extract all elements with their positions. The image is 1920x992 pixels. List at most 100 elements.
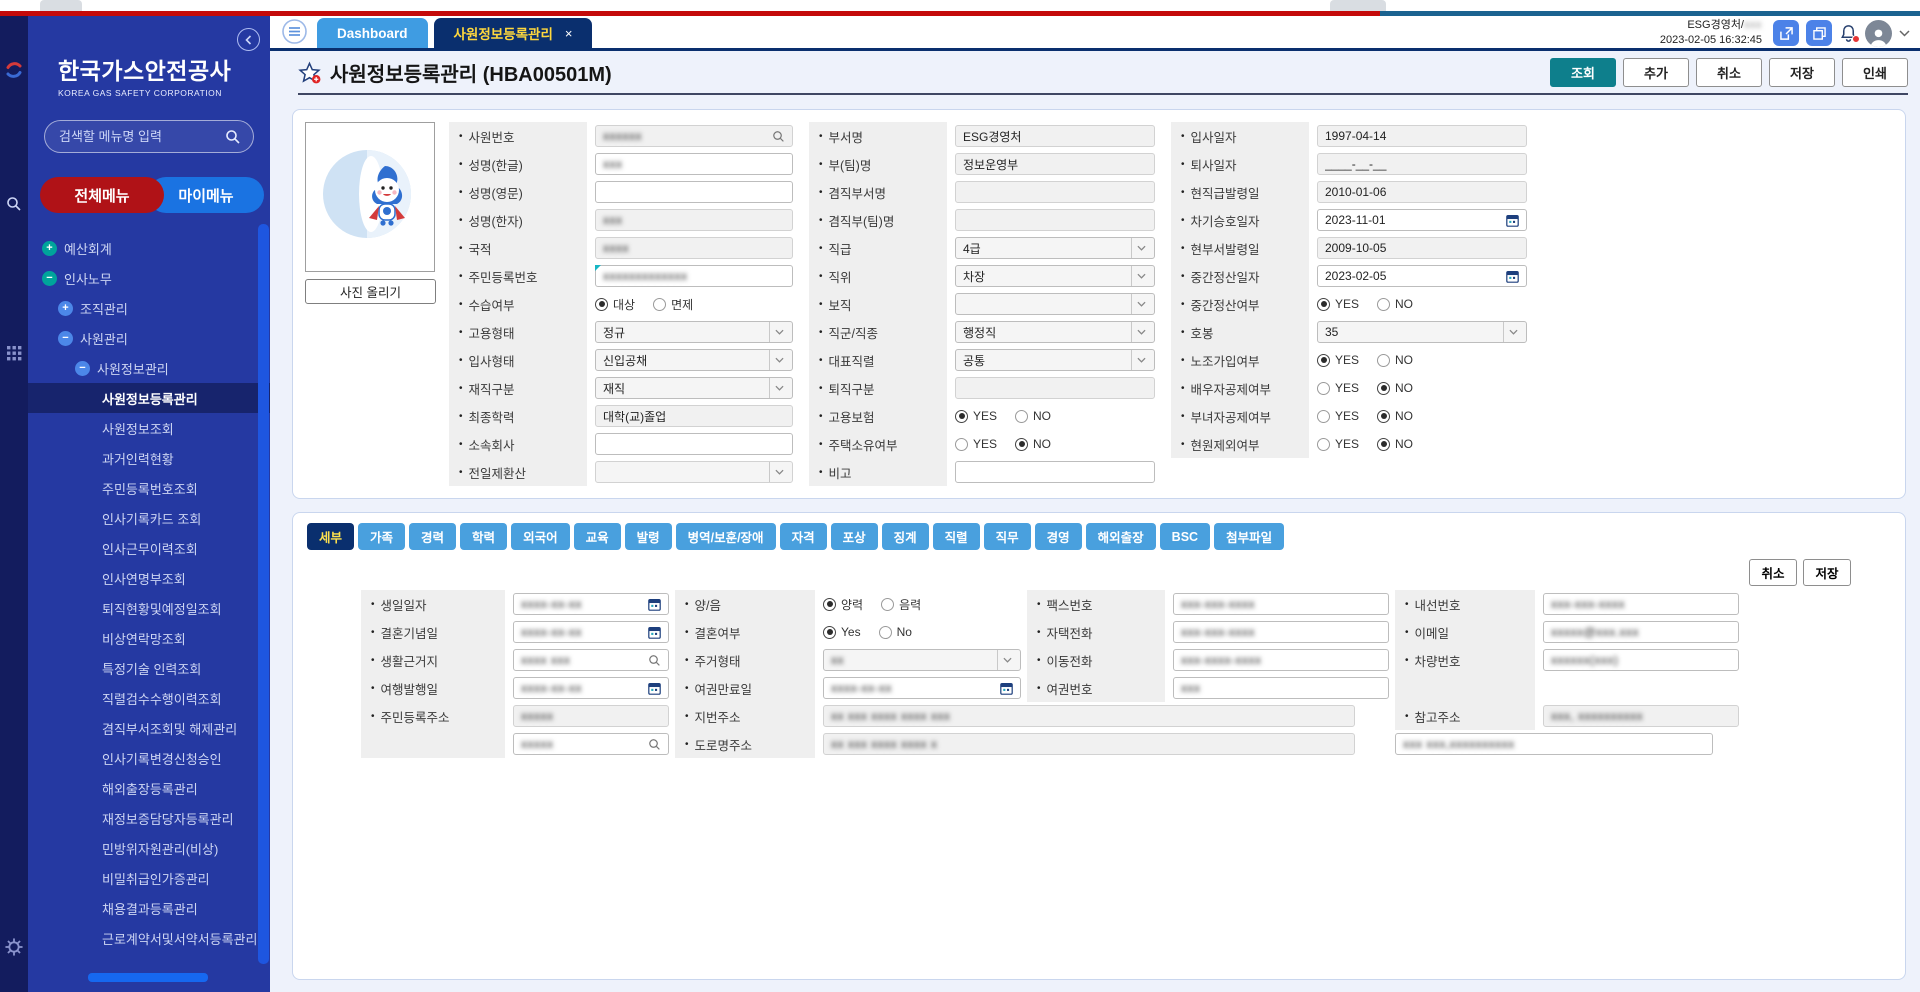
menu-search-input[interactable]	[57, 128, 225, 145]
cancel-button[interactable]: 취소	[1696, 58, 1762, 87]
form-text-input[interactable]: xxx-xxx-xxxx	[1543, 593, 1739, 615]
favorite-star-icon[interactable]	[298, 61, 321, 84]
add-button[interactable]: 추가	[1623, 58, 1689, 87]
calendar-icon[interactable]	[648, 626, 661, 639]
open-new-window-icon[interactable]	[1773, 20, 1799, 46]
tab-detail-9[interactable]: 자격	[780, 523, 827, 550]
radio-option[interactable]: NO	[1377, 381, 1413, 395]
rail-search-icon[interactable]	[0, 196, 28, 212]
radio-option[interactable]: Yes	[823, 625, 861, 639]
form-text-input[interactable]: xxx-xxxx-xxxx	[1173, 649, 1389, 671]
sidebar-item[interactable]: +조직관리	[28, 293, 270, 323]
rail-grid-icon[interactable]	[0, 346, 28, 361]
radio-option[interactable]: 대상	[595, 296, 635, 313]
radio-option[interactable]: YES	[955, 437, 997, 451]
tab-detail-11[interactable]: 징계	[882, 523, 929, 550]
radio-option[interactable]: 면제	[653, 296, 693, 313]
sidebar-item[interactable]: −사원정보관리	[28, 353, 270, 383]
form-select[interactable]: 4급	[955, 237, 1155, 259]
form-select[interactable]: 행정직	[955, 321, 1155, 343]
form-text-input[interactable]: xxxx xxx	[513, 649, 669, 671]
form-text-input[interactable]: xxxxx	[513, 705, 669, 727]
radio-option[interactable]: YES	[1317, 437, 1359, 451]
form-text-input[interactable]: xxxx-xx-xx	[513, 677, 669, 699]
form-select[interactable]	[955, 293, 1155, 315]
form-text-input[interactable]: ____-__-__	[1317, 153, 1527, 175]
sidebar-item[interactable]: 퇴직현황및예정일조회	[28, 593, 270, 623]
expand-plus-icon[interactable]: +	[58, 301, 73, 316]
calendar-icon[interactable]	[1506, 270, 1519, 283]
collapse-minus-icon[interactable]: −	[75, 361, 90, 376]
sidebar-item[interactable]: 채용결과등록관리	[28, 893, 270, 923]
sidebar-item[interactable]: 인사기록변경신청승인	[28, 743, 270, 773]
sidebar-item[interactable]: −사원관리	[28, 323, 270, 353]
form-select[interactable]: 재직	[595, 377, 793, 399]
calendar-icon[interactable]	[648, 682, 661, 695]
form-text-input[interactable]: xxxx-xx-xx	[513, 621, 669, 643]
radio-option[interactable]: NO	[1377, 437, 1413, 451]
tab-detail-2[interactable]: 가족	[358, 523, 405, 550]
tab-detail-13[interactable]: 직무	[984, 523, 1031, 550]
form-text-input[interactable]: xxxxxx(xxx)	[1543, 649, 1739, 671]
form-text-input[interactable]: xx xxx xxxx xxxx x	[823, 733, 1355, 755]
menu-toggle-icon[interactable]	[282, 19, 307, 44]
print-button[interactable]: 인쇄	[1842, 58, 1908, 87]
gear-icon[interactable]	[0, 938, 28, 956]
sidebar-item[interactable]: 비상연락망조회	[28, 623, 270, 653]
detail-save-button[interactable]: 저장	[1803, 559, 1851, 586]
form-text-input[interactable]: xxxxxx	[595, 125, 793, 147]
radio-option[interactable]: NO	[1377, 297, 1413, 311]
sidebar-item[interactable]: 민방위자원관리(비상)	[28, 833, 270, 863]
radio-option[interactable]: YES	[1317, 381, 1359, 395]
radio-option[interactable]: YES	[955, 409, 997, 423]
tab-detail-8[interactable]: 병역/보훈/장애	[676, 523, 776, 550]
tab-detail-15[interactable]: 해외출장	[1086, 523, 1156, 550]
radio-option[interactable]: NO	[1377, 409, 1413, 423]
sidebar-horizontal-scrollbar[interactable]	[88, 973, 208, 982]
sidebar-item-active[interactable]: 사원정보등록관리	[28, 383, 270, 413]
sidebar-item[interactable]: 사원정보조회	[28, 413, 270, 443]
form-select[interactable]: 차장	[955, 265, 1155, 287]
radio-option[interactable]: NO	[1015, 437, 1051, 451]
calendar-icon[interactable]	[1506, 214, 1519, 227]
radio-option[interactable]: YES	[1317, 297, 1359, 311]
search-icon[interactable]	[648, 738, 661, 751]
form-select[interactable]: 35	[1317, 321, 1527, 343]
photo-upload-button[interactable]: 사진 올리기	[305, 279, 436, 304]
detail-cancel-button[interactable]: 취소	[1749, 559, 1797, 586]
form-text-input[interactable]: 2009-10-05	[1317, 237, 1527, 259]
user-avatar[interactable]	[1865, 20, 1892, 47]
form-text-input[interactable]	[595, 433, 793, 455]
duplicate-window-icon[interactable]	[1806, 20, 1832, 46]
form-text-input[interactable]: xxxx-xx-xx	[823, 677, 1021, 699]
radio-option[interactable]: YES	[1317, 353, 1359, 367]
form-text-input[interactable]: xxxx	[595, 237, 793, 259]
form-select[interactable]: 공통	[955, 349, 1155, 371]
tab-detail-17[interactable]: 첨부파일	[1214, 523, 1284, 550]
form-select[interactable]: 정규	[595, 321, 793, 343]
close-tab-icon[interactable]: ×	[565, 26, 573, 41]
search-button[interactable]: 조회	[1550, 58, 1616, 87]
form-text-input[interactable]: xxxx-xx-xx	[513, 593, 669, 615]
chevron-down-icon[interactable]	[1899, 30, 1910, 37]
tab-detail-5[interactable]: 외국어	[511, 523, 570, 550]
form-text-input[interactable]: xxx	[595, 209, 793, 231]
expand-plus-icon[interactable]: +	[42, 241, 57, 256]
sidebar-item[interactable]: 재정보증담당자등록관리	[28, 803, 270, 833]
sidebar-item[interactable]: 겸직부서조회및 해제관리	[28, 713, 270, 743]
sidebar-item[interactable]: −인사노무	[28, 263, 270, 293]
form-text-input[interactable]	[955, 181, 1155, 203]
sidebar-item[interactable]: 인사기록카드 조회	[28, 503, 270, 533]
form-text-input[interactable]: 2023-02-05	[1317, 265, 1527, 287]
form-text-input[interactable]: xxx, xxxxxxxxxx	[1543, 705, 1739, 727]
sidebar-item[interactable]: 해외출장등록관리	[28, 773, 270, 803]
search-icon[interactable]	[225, 129, 241, 145]
form-text-input[interactable]: xxxxx@xxx.xxx	[1543, 621, 1739, 643]
form-text-input[interactable]	[955, 377, 1155, 399]
sidebar-item[interactable]: 직렬검수수행이력조회	[28, 683, 270, 713]
collapse-minus-icon[interactable]: −	[42, 271, 57, 286]
form-text-input[interactable]: 대학(교)졸업	[595, 405, 793, 427]
form-text-input[interactable]: xxx	[595, 153, 793, 175]
save-button[interactable]: 저장	[1769, 58, 1835, 87]
radio-option[interactable]: 양력	[823, 596, 863, 613]
